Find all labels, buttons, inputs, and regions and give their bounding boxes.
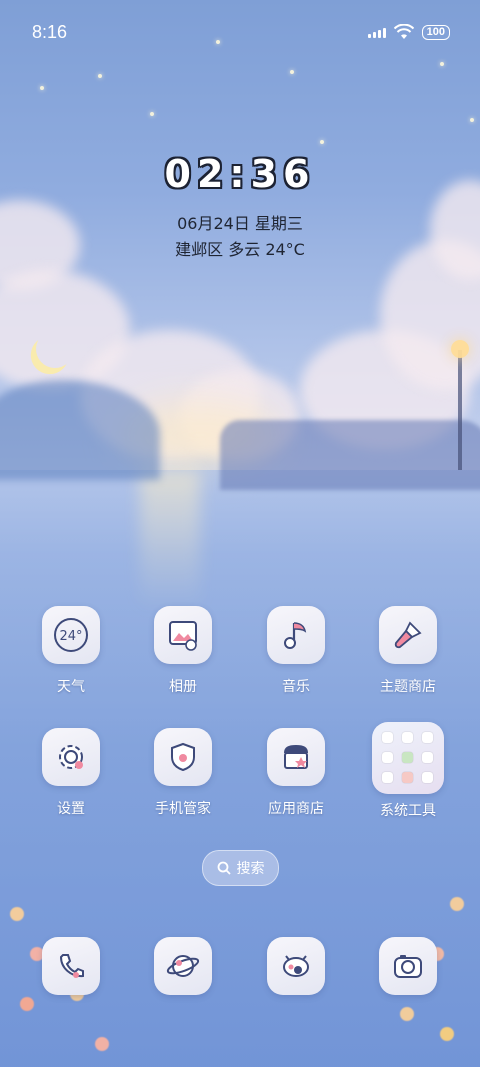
messages-icon (267, 937, 325, 995)
browser-icon (154, 937, 212, 995)
app-label: 应用商店 (268, 801, 324, 817)
music-icon (267, 606, 325, 664)
dock-messages[interactable] (246, 937, 346, 995)
svg-text:24°: 24° (59, 629, 82, 644)
dock-browser[interactable] (133, 937, 233, 995)
dock-phone[interactable] (21, 937, 121, 995)
search-button[interactable]: 搜索 (202, 850, 279, 886)
gallery-icon (154, 606, 212, 664)
app-app-store[interactable]: 应用商店 (246, 728, 346, 818)
weather-icon: 24° (42, 606, 100, 664)
app-store-icon (267, 728, 325, 786)
battery-indicator: 100 (421, 24, 450, 40)
weather-summary: 建邺区 多云 24°C (175, 240, 305, 259)
status-bar: 8:16 100 (0, 0, 480, 66)
app-label: 天气 (57, 679, 85, 695)
theme-store-icon (379, 606, 437, 664)
app-music[interactable]: 音乐 (246, 606, 346, 696)
app-label: 相册 (169, 679, 197, 695)
app-label: 音乐 (282, 679, 310, 695)
gear-icon (42, 728, 100, 786)
folder-icon (372, 722, 444, 794)
app-weather[interactable]: 24° 天气 (21, 606, 121, 696)
phone-icon (42, 937, 100, 995)
dock-camera[interactable] (358, 937, 458, 995)
app-label: 设置 (57, 801, 85, 817)
status-time: 8:16 (32, 22, 68, 42)
app-label: 手机管家 (155, 801, 211, 817)
app-label: 系统工具 (380, 803, 436, 819)
shield-icon (154, 728, 212, 786)
clock-time: 02:36 (164, 152, 316, 196)
app-folder-system-tools[interactable]: 系统工具 (358, 722, 458, 820)
app-gallery[interactable]: 相册 (133, 606, 233, 696)
camera-icon (379, 937, 437, 995)
app-phone-manager[interactable]: 手机管家 (133, 728, 233, 818)
app-label: 主题商店 (380, 679, 436, 695)
wifi-icon (393, 24, 414, 39)
app-theme-store[interactable]: 主题商店 (358, 606, 458, 696)
signal-icon (367, 26, 386, 38)
search-label: 搜索 (236, 861, 265, 877)
app-settings[interactable]: 设置 (21, 728, 121, 818)
search-icon (217, 861, 231, 875)
clock-date: 06月24日 星期三 (177, 214, 303, 233)
